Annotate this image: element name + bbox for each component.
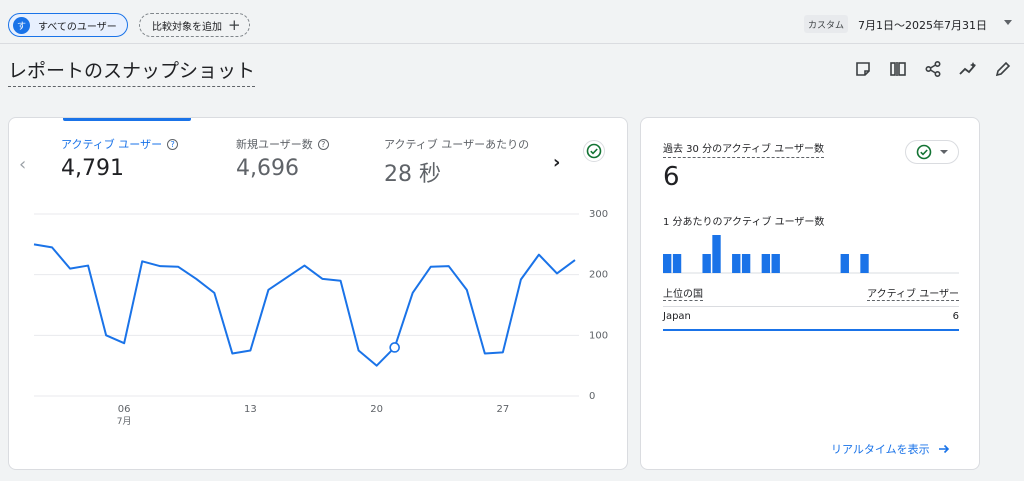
share-icon[interactable]: [922, 58, 944, 80]
metric-label: 新規ユーザー数: [236, 138, 313, 151]
per-minute-bar-chart: [663, 235, 959, 274]
users-cell: 6: [952, 311, 959, 322]
minute-bar[interactable]: [741, 254, 751, 273]
column-header-country[interactable]: 上位の国: [663, 285, 703, 301]
note-icon[interactable]: [852, 58, 874, 80]
minute-bar[interactable]: [672, 254, 682, 273]
metric-label: アクティブ ユーザーあたりの: [384, 138, 530, 151]
minute-bar[interactable]: [771, 254, 780, 273]
view-realtime-link[interactable]: リアルタイムを表示: [831, 441, 950, 457]
minute-bar[interactable]: [761, 254, 771, 273]
chevron-down-icon: [940, 150, 948, 154]
minute-bar[interactable]: [732, 254, 741, 273]
y-tick-label: 0: [589, 391, 595, 402]
metric-value: 28 秒: [384, 162, 441, 187]
metric-value: 4,696: [236, 156, 299, 181]
minute-bar[interactable]: [840, 254, 849, 273]
minute-bar[interactable]: [663, 254, 672, 273]
metric-active-users[interactable]: アクティブ ユーザー? 4,791: [61, 136, 179, 181]
realtime-check-dropdown[interactable]: [905, 140, 959, 164]
x-tick-label: 27: [496, 404, 509, 415]
metric-engagement-time[interactable]: アクティブ ユーザーあたりの 28 秒: [384, 136, 546, 188]
realtime-table-header: 上位の国 アクティブ ユーザー: [663, 285, 959, 307]
edit-icon[interactable]: [992, 58, 1014, 80]
x-tick-label: 13: [244, 404, 257, 415]
add-comparison-button[interactable]: 比較対象を追加 +: [139, 13, 250, 37]
active-users-line-chart: 0 100 200 300 067月 13 20 27: [33, 209, 608, 427]
segment-avatar: す: [13, 16, 30, 34]
date-range-selector[interactable]: 7月1日～2025年7月31日: [858, 17, 987, 33]
x-tick-label: 20: [370, 404, 383, 415]
add-comparison-label: 比較対象を追加: [152, 21, 222, 33]
column-header-active-users[interactable]: アクティブ ユーザー: [867, 285, 959, 301]
view-realtime-label: リアルタイムを表示: [831, 443, 930, 456]
series-line-active-users: [33, 243, 576, 367]
realtime-title: 過去 30 分のアクティブ ユーザー数: [663, 140, 824, 158]
help-icon[interactable]: ?: [167, 138, 179, 150]
realtime-subtitle: 1 分あたりのアクティブ ユーザー数: [663, 217, 825, 228]
plus-icon: +: [228, 16, 241, 34]
metric-new-users[interactable]: 新規ユーザー数? 4,696: [236, 136, 329, 181]
overview-card: ‹ アクティブ ユーザー? 4,791 新規ユーザー数? 4,696 アクティブ…: [8, 117, 628, 470]
check-circle-icon[interactable]: [583, 140, 605, 162]
x-tick-label: 06: [118, 404, 131, 415]
x-tick-sublabel: 7月: [117, 416, 132, 427]
arrow-right-icon: [938, 444, 949, 454]
chevron-right-icon[interactable]: ›: [553, 152, 560, 173]
segment-label: すべてのユーザー: [38, 21, 117, 33]
top-bar: す すべてのユーザー 比較対象を追加 + カスタム 7月1日～2025年7月31…: [0, 0, 1024, 44]
chevron-left-icon[interactable]: ‹: [19, 154, 26, 175]
help-icon[interactable]: ?: [317, 138, 329, 150]
country-cell: Japan: [663, 311, 691, 322]
page-title: レポートのスナップショット: [8, 56, 256, 87]
realtime-value: 6: [663, 162, 680, 192]
insights-icon[interactable]: [957, 58, 979, 80]
highlight-point[interactable]: [389, 342, 400, 353]
compare-columns-icon[interactable]: [887, 58, 909, 80]
y-tick-label: 300: [589, 209, 608, 220]
minute-bar[interactable]: [702, 254, 711, 273]
active-tab-indicator: [63, 118, 191, 121]
y-tick-label: 200: [589, 270, 608, 281]
y-tick-label: 100: [589, 330, 608, 341]
table-row: Japan 6: [663, 311, 959, 331]
realtime-card: 過去 30 分のアクティブ ユーザー数 6 1 分あたりのアクティブ ユーザー数…: [640, 117, 980, 470]
minute-bar[interactable]: [860, 254, 869, 273]
segment-chip-all-users[interactable]: す すべてのユーザー: [8, 13, 128, 37]
check-circle-icon: [916, 144, 932, 160]
metric-label: アクティブ ユーザー: [61, 138, 163, 151]
toolbar-actions: [852, 58, 1014, 80]
chevron-down-icon[interactable]: [1004, 20, 1012, 25]
date-custom-badge: カスタム: [804, 15, 849, 33]
metric-value: 4,791: [61, 156, 124, 181]
minute-bar[interactable]: [712, 235, 721, 273]
